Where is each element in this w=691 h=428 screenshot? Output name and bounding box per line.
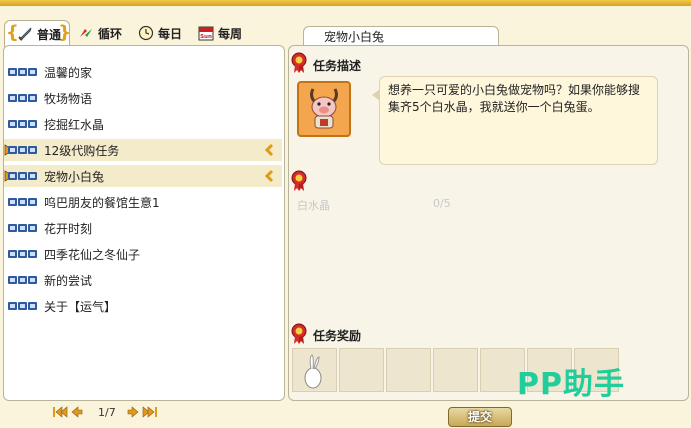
quest-badge-icon bbox=[8, 276, 37, 284]
requirement-count: 0/5 bbox=[433, 197, 451, 210]
cycle-icon bbox=[80, 29, 93, 37]
quest-badge-icon bbox=[8, 224, 37, 232]
first-page-button[interactable] bbox=[52, 405, 68, 419]
tab-cycle[interactable]: 循环 bbox=[72, 20, 130, 46]
description-title: 任务描述 bbox=[313, 59, 362, 73]
reward-slot[interactable] bbox=[292, 348, 337, 392]
reward-slot[interactable] bbox=[386, 348, 431, 392]
quest-label: 温馨的家 bbox=[44, 66, 93, 80]
category-tabs: { 普通 } 循环 每日 Sun 每周 bbox=[4, 20, 250, 47]
quest-label: 呜巴朋友的餐馆生意1 bbox=[44, 196, 160, 210]
quest-item[interactable]: 四季花仙之冬仙子 bbox=[4, 243, 282, 265]
quest-badge-icon bbox=[8, 172, 37, 180]
tab-normal[interactable]: { 普通 } bbox=[4, 20, 72, 47]
medal-icon bbox=[291, 170, 307, 191]
quest-label: 关于【运气】 bbox=[44, 300, 117, 314]
quest-badge-icon bbox=[8, 250, 37, 258]
quest-detail-panel: 任务描述 想养一只可爱的小白兔做宠物吗？如果你能够搜集齐5个白水晶，我就送你一个… bbox=[288, 45, 689, 402]
quest-badge-icon bbox=[8, 94, 37, 102]
reward-title: 任务奖励 bbox=[313, 329, 362, 343]
quest-item[interactable]: 宠物小白兔 bbox=[4, 165, 282, 187]
sword-icon bbox=[18, 27, 32, 41]
npc-portrait bbox=[297, 81, 351, 137]
page-number: 1/7 bbox=[98, 405, 116, 419]
quest-list-panel: 温馨的家牧场物语挖掘红水晶 12级代购任务 宠物小白兔呜巴朋友的餐馆生意1 花开时刻四… bbox=[3, 45, 285, 401]
tab-label: 每日 bbox=[158, 26, 183, 41]
selection-chevron-icon bbox=[264, 169, 274, 183]
clock-icon bbox=[138, 25, 154, 41]
watermark: PP助手 bbox=[517, 367, 625, 402]
bracket-right-icon: } bbox=[58, 22, 72, 43]
bunny-egg-icon bbox=[304, 354, 322, 389]
quest-item[interactable]: 关于【运气】 bbox=[4, 295, 282, 317]
quest-item[interactable]: 挖掘红水晶 bbox=[4, 113, 282, 135]
quest-label: 四季花仙之冬仙子 bbox=[44, 248, 141, 262]
quest-item[interactable]: 12级代购任务 bbox=[4, 139, 282, 161]
prev-page-button[interactable] bbox=[68, 405, 84, 419]
quest-item[interactable]: 花开时刻 bbox=[4, 217, 282, 239]
quest-label: 花开时刻 bbox=[44, 222, 93, 236]
quest-badge-icon bbox=[8, 198, 37, 206]
quest-label: 新的尝试 bbox=[44, 274, 93, 288]
quest-item[interactable]: 新的尝试 bbox=[4, 269, 282, 291]
description-text: 想养一只可爱的小白兔做宠物吗？如果你能够搜集齐5个白水晶，我就送你一个白兔蛋。 bbox=[388, 83, 641, 114]
quest-item[interactable]: 呜巴朋友的餐馆生意1 bbox=[4, 191, 282, 213]
quest-item[interactable]: 牧场物语 bbox=[4, 87, 282, 109]
bubble-tail bbox=[372, 89, 380, 101]
quest-label: 挖掘红水晶 bbox=[44, 118, 105, 132]
description-bubble: 想养一只可爱的小白兔做宠物吗？如果你能够搜集齐5个白水晶，我就送你一个白兔蛋。 bbox=[372, 76, 658, 165]
tab-label: 循环 bbox=[98, 26, 123, 41]
reward-slot[interactable] bbox=[339, 348, 384, 392]
submit-button[interactable]: 提交 bbox=[448, 407, 512, 427]
quest-badge-icon bbox=[8, 68, 37, 76]
pager: 1/7 bbox=[52, 405, 158, 419]
medal-icon bbox=[291, 323, 307, 344]
quest-item[interactable]: 温馨的家 bbox=[4, 61, 282, 83]
calendar-icon: Sun bbox=[198, 26, 214, 41]
quest-badge-icon bbox=[8, 146, 37, 154]
bracket-left-icon: { bbox=[6, 22, 19, 43]
selection-chevron-icon bbox=[264, 143, 274, 157]
tab-weekly[interactable]: Sun 每周 bbox=[192, 20, 250, 46]
quest-label: 宠物小白兔 bbox=[44, 170, 105, 184]
pig-npc-icon bbox=[310, 88, 338, 129]
requirement-item: 白水晶 bbox=[297, 199, 330, 212]
quest-label: 12级代购任务 bbox=[44, 144, 120, 158]
last-page-button[interactable] bbox=[142, 405, 158, 419]
detail-tab[interactable]: 宠物小白兔 bbox=[303, 26, 499, 46]
next-page-button[interactable] bbox=[126, 405, 142, 419]
quest-label: 牧场物语 bbox=[44, 92, 93, 106]
medal-icon bbox=[291, 52, 307, 73]
quest-badge-icon bbox=[8, 302, 37, 310]
top-strip bbox=[0, 0, 691, 6]
reward-slot[interactable] bbox=[433, 348, 478, 392]
quest-badge-icon bbox=[8, 120, 37, 128]
calendar-icon-text: Sun bbox=[200, 34, 212, 40]
tab-daily[interactable]: 每日 bbox=[132, 20, 190, 46]
tab-label: 每周 bbox=[218, 26, 243, 41]
